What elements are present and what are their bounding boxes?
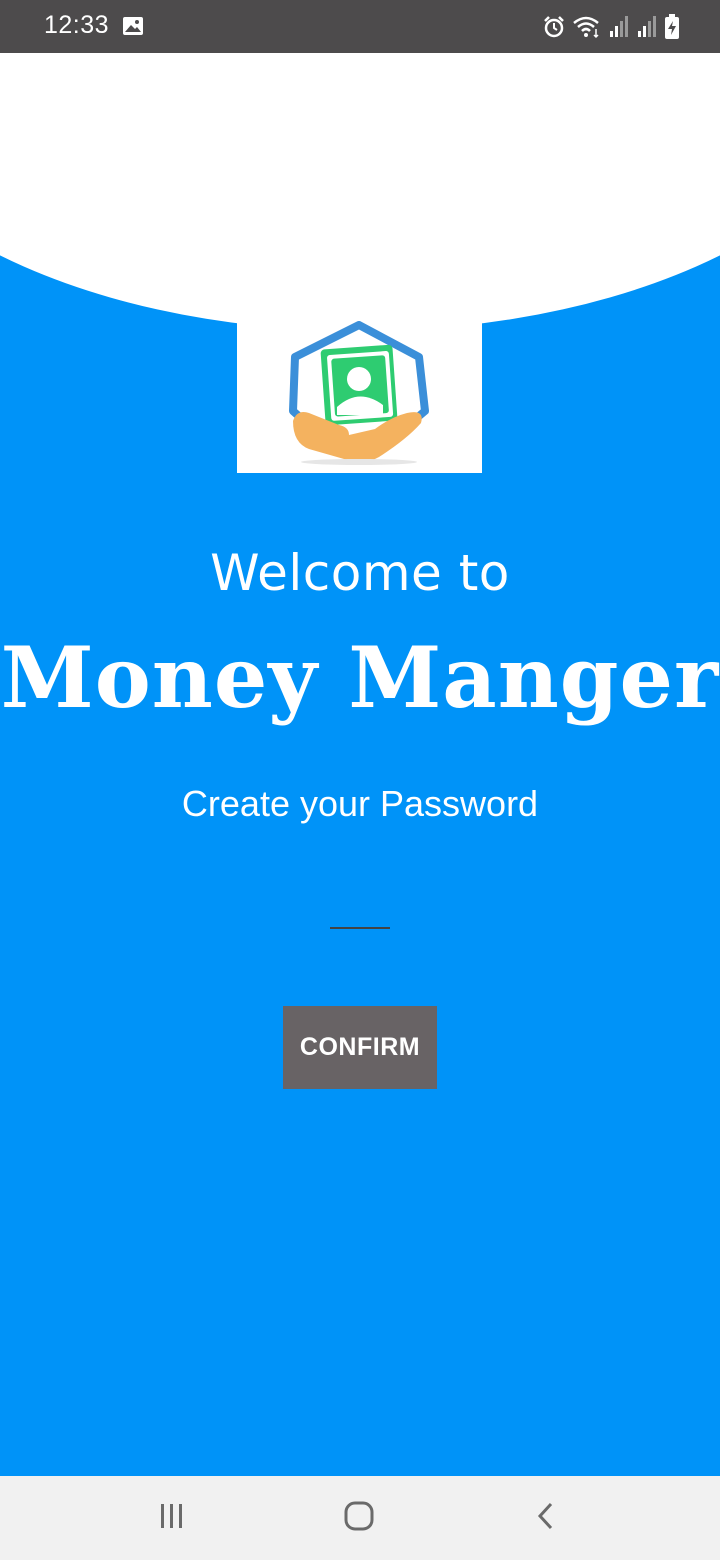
back-icon [531, 1501, 561, 1535]
home-button[interactable] [329, 1498, 389, 1538]
app-name-title: Money Manger [0, 628, 720, 727]
header-curve [0, 53, 720, 331]
navigation-bar [0, 1476, 720, 1560]
back-button[interactable] [516, 1498, 576, 1538]
create-password-subtitle: Create your Password [181, 783, 539, 824]
recent-apps-icon [157, 1501, 187, 1535]
recent-apps-button[interactable] [142, 1498, 202, 1538]
main-content: Welcome to Money Manger Create your Pass… [0, 53, 720, 1476]
battery-charging-icon [664, 14, 680, 40]
wifi-icon [572, 15, 602, 39]
welcome-title: Welcome to [210, 544, 510, 602]
gallery-icon [122, 16, 144, 36]
confirm-button[interactable]: CONFIRM [283, 1006, 437, 1089]
alarm-icon [542, 15, 566, 39]
app-logo [237, 313, 482, 473]
signal-icon [636, 15, 658, 39]
status-icons [542, 13, 680, 41]
signal-icon [608, 15, 630, 39]
money-hand-logo-icon [289, 321, 429, 465]
status-time: 12:33 [44, 11, 110, 39]
home-icon [343, 1500, 375, 1536]
password-input[interactable] [330, 893, 390, 929]
status-bar: 12:33 [0, 0, 720, 53]
